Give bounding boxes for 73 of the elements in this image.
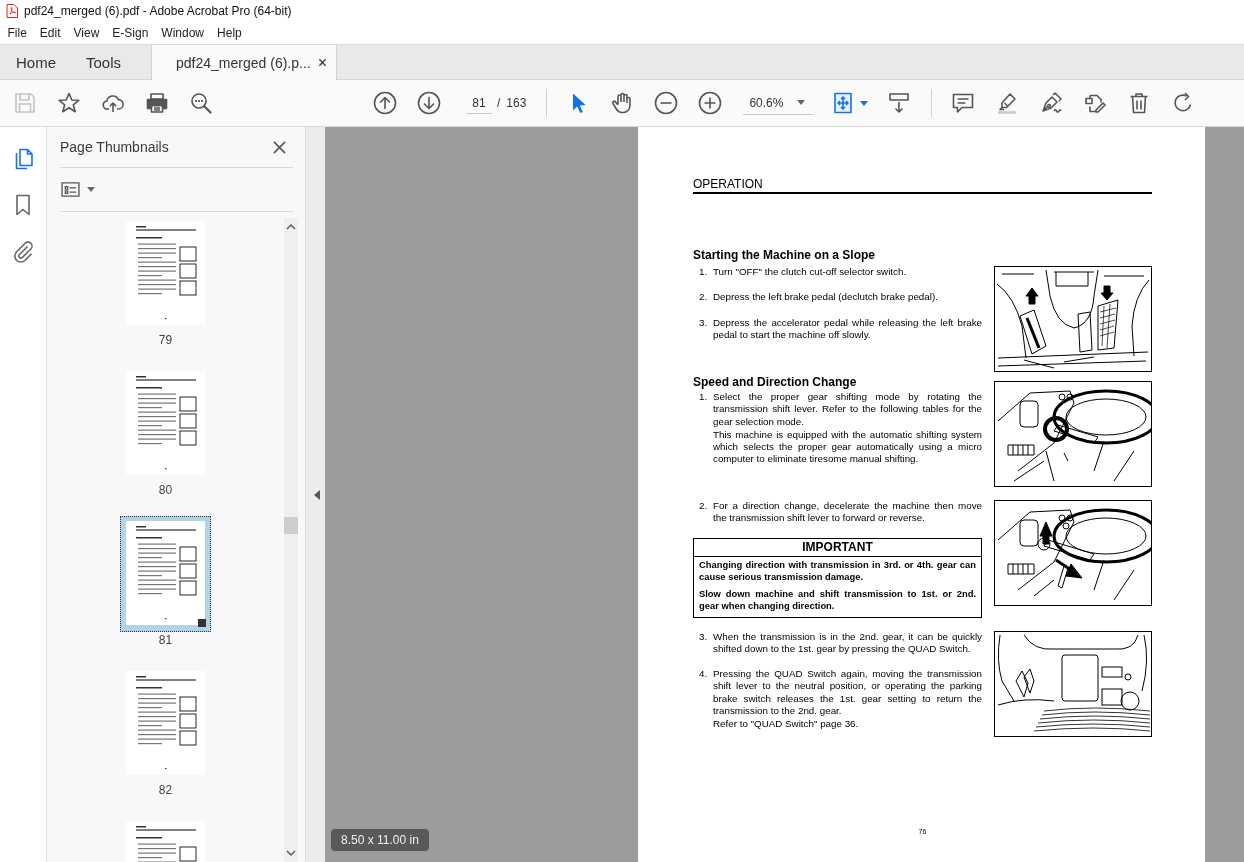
- tab[interactable]: pdf24_merged (6).p...: [151, 45, 337, 80]
- step-text: For a direction change, decelerate the machine then move the transmission shift lever to forward or reverse.: [713, 500, 982, 525]
- caret-icon: [797, 100, 806, 105]
- menu-item[interactable]: View: [67, 24, 106, 42]
- zoom-out-icon: [654, 91, 679, 115]
- zoom-dropdown[interactable]: 60.6%: [743, 91, 814, 115]
- tab[interactable]: Home: [1, 45, 71, 79]
- notice-title: IMPORTANT: [694, 538, 981, 557]
- menu-item[interactable]: Edit: [33, 24, 68, 42]
- step-text: This machine is equipped with the automatic shifting system which selects the proper gear automatically using a micro computer to eliminate tiresome manual shifting.: [713, 428, 982, 466]
- scroll-down-page-icon: [887, 91, 912, 115]
- step-text: Depress the accelerator pedal while releasing the left brake pedal to start the machine off slowly.: [713, 316, 982, 342]
- step-number: 2.: [699, 291, 709, 304]
- step-text: Refer to "QUAD Switch" page 36.: [713, 718, 860, 731]
- window-title: pdf24_merged (6).pdf - Adobe Acrobat Pro (64-bit): [24, 4, 292, 18]
- step-number: 1.: [699, 266, 709, 279]
- scroll-down-icon[interactable]: [286, 850, 296, 856]
- page-number-label: 82: [158, 783, 173, 797]
- section-heading: Starting the Machine on a Slope: [693, 248, 877, 262]
- page-size-badge: 8.50 x 11.00 in: [331, 829, 429, 851]
- step-text: Pressing the QUAD Switch again, moving the transmission shift lever to the neutral position, or operating the parking brake switch releases the 1st. gear setting to return the transmission to the 2nd. gear.: [713, 668, 982, 718]
- page-thumbnail[interactable]: [126, 671, 205, 775]
- pdf-file-icon: [6, 4, 18, 18]
- collapse-panel-icon[interactable]: [313, 489, 320, 500]
- page-number-label: 79: [158, 333, 173, 347]
- page-number-label: 81: [158, 633, 173, 647]
- page-thumbnail[interactable]: [126, 371, 205, 475]
- step-text: Depress the left brake pedal (declutch brake pedal).: [713, 291, 939, 304]
- step-number: 4.: [699, 668, 709, 682]
- print-icon: [145, 91, 169, 115]
- section-heading: Speed and Direction Change: [693, 375, 858, 389]
- close-icon[interactable]: [273, 140, 286, 154]
- next-page-button[interactable]: [415, 89, 443, 117]
- menu-item[interactable]: Help: [210, 24, 249, 42]
- tab[interactable]: Tools: [71, 45, 137, 79]
- arrow-up-circle-icon: [373, 91, 397, 115]
- step-number: 1.: [699, 391, 709, 404]
- zoom-in-icon: [698, 91, 723, 115]
- page-number-label: 80: [158, 483, 173, 497]
- pen-nib-icon: [1039, 91, 1064, 115]
- scroll-up-icon[interactable]: [286, 224, 296, 230]
- caret-icon: [87, 187, 95, 192]
- thumbnail-options-button[interactable]: [61, 182, 95, 197]
- step-number: 2.: [699, 500, 709, 513]
- list-options-icon: [61, 182, 80, 197]
- notice-text: Slow down machine and shift transmission to 1st. or 2nd. gear when changing direction.: [699, 587, 976, 612]
- caret-icon: [860, 100, 869, 106]
- step-number: 3.: [699, 316, 709, 330]
- page-thumbnail[interactable]: [126, 521, 205, 625]
- step-text: Select the proper gear shifting mode by rotating the transmission shift lever. Refer to the following tables for the gear selection mode.: [713, 391, 982, 428]
- step-text: Turn "OFF" the clutch cut-off selector switch.: [713, 266, 908, 279]
- section-header: OPERATION: [693, 177, 764, 191]
- page-separator: /: [497, 96, 501, 110]
- page-number-field[interactable]: 81: [466, 92, 492, 114]
- arrow-down-circle-icon: [417, 91, 441, 115]
- star-icon: [57, 91, 81, 115]
- menu-item[interactable]: E-Sign: [105, 24, 155, 42]
- page-count: 163: [506, 96, 527, 110]
- panel-title: Page Thumbnails: [60, 139, 169, 155]
- comment-icon: [951, 91, 976, 115]
- step-text: When the transmission is in the 2nd. gear, it can be quickly shifted down to the 1st. gear by pressing the QUAD Switch.: [713, 630, 982, 656]
- paperclip-icon: [11, 239, 35, 263]
- scrollbar-thumb[interactable]: [284, 517, 298, 534]
- page-thumbnail[interactable]: [126, 221, 205, 325]
- viewport-handle-icon[interactable]: [198, 619, 206, 627]
- save-icon: [13, 91, 37, 115]
- step-number: 3.: [699, 630, 709, 644]
- previous-page-button[interactable]: [371, 89, 399, 117]
- close-icon[interactable]: [317, 58, 327, 67]
- menu-item[interactable]: File: [1, 24, 34, 42]
- search-icon: [189, 91, 213, 115]
- notice-text: Changing direction with transmission in 3rd. or 4th. gear can cause serious transmission damage.: [699, 558, 976, 583]
- menu-item[interactable]: Window: [154, 24, 211, 42]
